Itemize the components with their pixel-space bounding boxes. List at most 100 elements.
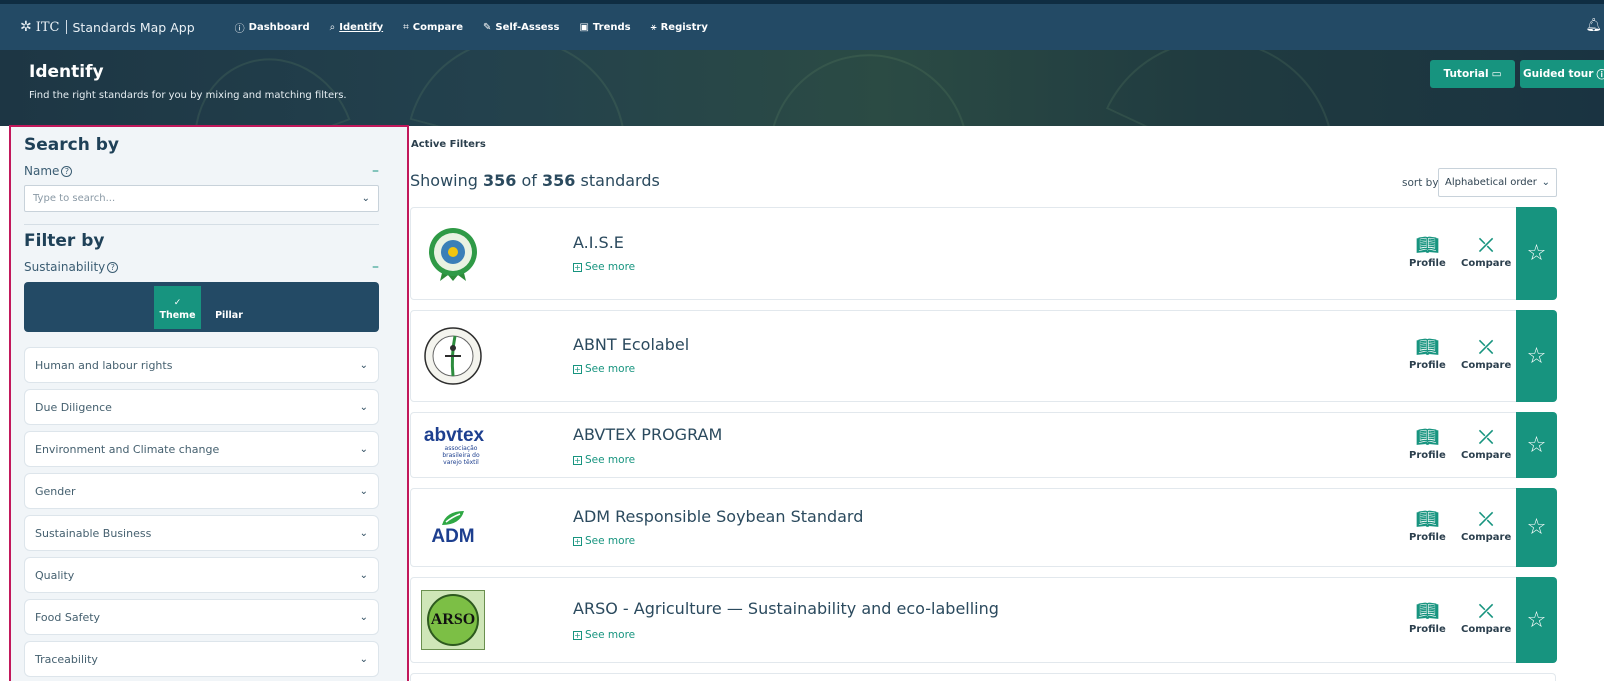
help-icon[interactable]: ? (107, 262, 119, 273)
theme-human-labour-rights[interactable]: Human and labour rights ⌄ (24, 347, 379, 383)
standard-name[interactable]: ADM Responsible Soybean Standard (573, 507, 863, 526)
chevron-down-icon: ⌄ (359, 485, 368, 497)
collapse-icon[interactable]: – (372, 259, 379, 275)
nav-identify[interactable]: ⌕ Identify (330, 20, 383, 35)
aise-logo (421, 224, 485, 284)
theme-food-safety[interactable]: Food Safety ⌄ (24, 599, 379, 635)
page-header: Identify Find the right standards for yo… (0, 50, 1604, 126)
chevron-down-icon: ⌄ (359, 611, 368, 623)
info-circle-icon: ⓘ (234, 23, 245, 35)
toggle-theme[interactable]: ✓ Theme (154, 286, 201, 329)
book-icon: 📖︎ (1415, 235, 1439, 256)
leaf-decoration (169, 50, 351, 126)
video-icon: ▭ (1491, 68, 1502, 80)
standard-name[interactable]: ABVTEX PROGRAM (573, 425, 722, 444)
compare-icon: ⌗ (403, 21, 409, 33)
compare-button[interactable]: ⤫ Compare (1461, 235, 1511, 269)
favorite-star-icon[interactable]: ☆ (1516, 207, 1557, 300)
theme-due-diligence[interactable]: Due Diligence ⌄ (24, 389, 379, 425)
arso-logo: ARSO (421, 590, 485, 650)
compare-button[interactable]: ⤫ Compare (1461, 337, 1511, 371)
search-icon: ⌕ (329, 21, 336, 33)
standard-card: A.I.S.E + See more 📖︎ Profile ⤫ Compare ☆ (410, 207, 1557, 300)
theme-sustainable-business[interactable]: Sustainable Business ⌄ (24, 515, 379, 551)
active-filters-label: Active Filters (411, 139, 486, 150)
compress-icon: ⤫ (1478, 337, 1494, 358)
check-icon: ✓ (173, 298, 182, 308)
favorite-star-icon[interactable]: ☆ (1516, 577, 1557, 663)
sort-select[interactable]: Alphabetical order ⌄ (1438, 168, 1557, 197)
results-count: Showing 356 of 356 standards (410, 171, 660, 190)
main-nav: ⓘ Dashboard ⌕ Identify ⌗ Compare ✎ Self-… (235, 20, 708, 35)
filter-sidebar: Search by Name? – Type to search... ⌄ Fi… (9, 125, 409, 681)
nav-self-assess[interactable]: ✎ Self-Assess (483, 20, 559, 35)
profile-button[interactable]: 📖︎ Profile (1409, 427, 1446, 461)
profile-button[interactable]: 📖︎ Profile (1409, 337, 1446, 371)
nav-dashboard[interactable]: ⓘ Dashboard (235, 20, 310, 35)
name-filter-header[interactable]: Name? – (24, 163, 379, 179)
see-more-link[interactable]: + See more (573, 261, 635, 273)
theme-quality[interactable]: Quality ⌄ (24, 557, 379, 593)
see-more-link[interactable]: + See more (573, 363, 635, 375)
theme-environment-climate[interactable]: Environment and Climate change ⌄ (24, 431, 379, 467)
theme-gender[interactable]: Gender ⌄ (24, 473, 379, 509)
chevron-down-icon: ⌄ (359, 359, 368, 371)
sustainability-filter-header[interactable]: Sustainability? – (24, 259, 379, 275)
top-navbar: ✲ ITC Standards Map App ⓘ Dashboard ⌕ Id… (0, 0, 1604, 50)
compare-button[interactable]: ⤫ Compare (1461, 509, 1511, 543)
standard-card: ADM ADM Responsible Soybean Standard + Se… (410, 488, 1557, 567)
itc-brand: ITC (35, 19, 60, 35)
profile-button[interactable]: 📖︎ Profile (1409, 235, 1446, 269)
see-more-link[interactable]: + See more (573, 535, 635, 547)
page-title: Identify (29, 62, 104, 82)
favorite-star-icon[interactable]: ☆ (1516, 488, 1557, 567)
arso-emblem: ARSO (427, 594, 479, 646)
favorite-star-icon[interactable]: ☆ (1516, 412, 1557, 478)
app-name: Standards Map App (72, 19, 195, 35)
leaf-decoration (409, 50, 651, 126)
plus-square-icon: + (573, 455, 582, 465)
filter-by-heading: Filter by (24, 231, 105, 251)
compress-icon: ⤫ (1478, 509, 1494, 530)
toggle-pillar[interactable]: Pillar (208, 286, 250, 329)
chevron-down-icon: ⌄ (359, 527, 368, 539)
standard-card: ARSO ARSO - Agriculture — Sustainability… (410, 577, 1557, 663)
adm-logo: ADM (421, 501, 485, 555)
search-input[interactable]: Type to search... ⌄ (24, 185, 379, 212)
itc-logo-icon: ✲ (20, 19, 32, 35)
tutorial-button[interactable]: Tutorial ▭ (1430, 60, 1515, 88)
plus-square-icon: + (573, 262, 582, 272)
profile-button[interactable]: 📖︎ Profile (1409, 509, 1446, 543)
abnt-logo (421, 325, 485, 387)
chevron-down-icon: ⌄ (361, 193, 370, 204)
collapse-icon[interactable]: – (372, 163, 379, 179)
nav-compare[interactable]: ⌗ Compare (403, 20, 463, 35)
results-panel: Active Filters Showing 356 of 356 standa… (410, 125, 1604, 681)
see-more-link[interactable]: + See more (573, 629, 635, 641)
help-circle-icon: ⓘ (1596, 68, 1604, 81)
compress-icon: ⤫ (1478, 601, 1494, 622)
nav-registry[interactable]: ⚹ Registry (651, 20, 708, 35)
help-icon[interactable]: ? (61, 166, 73, 177)
standard-name[interactable]: ARSO - Agriculture — Sustainability and … (573, 599, 999, 618)
favorite-star-icon[interactable]: ☆ (1516, 310, 1557, 402)
bell-icon[interactable]: 🔔︎ (1585, 18, 1602, 33)
network-icon: ⚹ (650, 21, 657, 33)
standard-name[interactable]: A.I.S.E (573, 233, 624, 252)
compare-button[interactable]: ⤫ Compare (1461, 427, 1511, 461)
chevron-down-icon: ⌄ (359, 569, 368, 581)
chevron-down-icon: ⌄ (359, 653, 368, 665)
theme-traceability[interactable]: Traceability ⌄ (24, 641, 379, 677)
book-icon: 📖︎ (1415, 427, 1439, 448)
guided-tour-button[interactable]: Guided tour ⓘ (1520, 60, 1604, 88)
page-subtitle: Find the right standards for you by mixi… (29, 90, 347, 101)
see-more-link[interactable]: + See more (573, 454, 635, 466)
profile-button[interactable]: 📖︎ Profile (1409, 601, 1446, 635)
standard-name[interactable]: ABNT Ecolabel (573, 335, 689, 354)
edit-icon: ✎ (483, 21, 492, 33)
theme-pillar-toggle: ✓ Theme Pillar (24, 282, 379, 332)
sort-by-label: sort by (1402, 177, 1439, 189)
nav-trends[interactable]: ▣ Trends (579, 20, 630, 35)
itc-logo[interactable]: ✲ ITC Standards Map App (20, 19, 195, 35)
compare-button[interactable]: ⤫ Compare (1461, 601, 1511, 635)
